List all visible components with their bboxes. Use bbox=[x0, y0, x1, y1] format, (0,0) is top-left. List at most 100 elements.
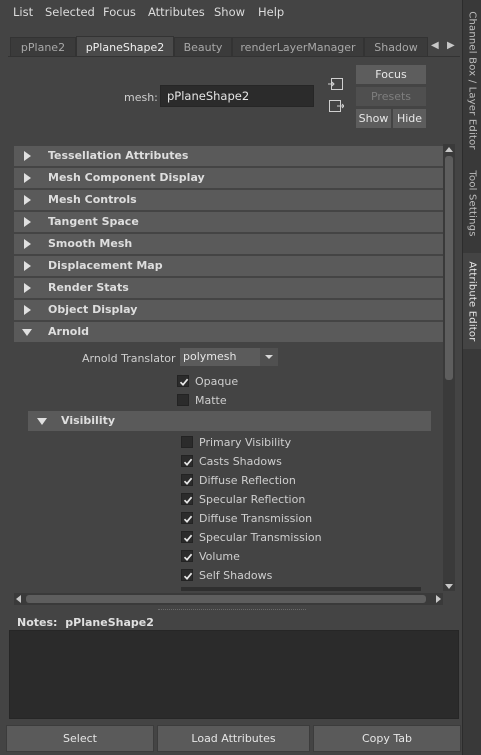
section-mesh-controls[interactable]: Mesh Controls bbox=[14, 190, 443, 210]
checkmark-icon bbox=[183, 458, 193, 466]
collapsed-arrow-icon bbox=[24, 195, 31, 205]
checkmark-icon bbox=[183, 477, 193, 485]
specular-reflection-checkbox[interactable] bbox=[181, 493, 193, 505]
menu-bar: List Selected Focus Attributes Show Help bbox=[0, 0, 462, 22]
side-tab-strip: Channel Box / Layer Editor Tool Settings… bbox=[462, 0, 481, 755]
opaque-label: Opaque bbox=[195, 375, 239, 388]
arnold-translator-label: Arnold Translator bbox=[82, 352, 176, 365]
panel-splitter-grip[interactable] bbox=[158, 609, 306, 612]
diffuse-transmission-label: Diffuse Transmission bbox=[199, 512, 313, 525]
collapsed-arrow-icon bbox=[24, 283, 31, 293]
checkmark-icon bbox=[183, 553, 193, 561]
tab-channel-box[interactable]: Channel Box / Layer Editor bbox=[463, 0, 481, 160]
copy-tab-button[interactable]: Copy Tab bbox=[313, 725, 461, 752]
horizontal-scrollbar-graphic bbox=[16, 595, 441, 603]
self-shadows-checkbox[interactable] bbox=[181, 569, 193, 581]
matte-checkbox[interactable] bbox=[177, 394, 189, 406]
collapsed-arrow-icon bbox=[24, 173, 31, 183]
section-render-stats[interactable]: Render Stats bbox=[14, 278, 443, 298]
show-button[interactable]: Show bbox=[356, 109, 391, 128]
specular-transmission-checkbox[interactable] bbox=[181, 531, 193, 543]
tab-attribute-editor[interactable]: Attribute Editor bbox=[463, 253, 481, 349]
notes-label-text: Notes: bbox=[17, 616, 58, 629]
tab-scroll-right-icon[interactable]: ▶ bbox=[447, 40, 455, 51]
section-object-display[interactable]: Object Display bbox=[14, 300, 443, 320]
hide-button[interactable]: Hide bbox=[393, 109, 426, 128]
menu-selected[interactable]: Selected bbox=[45, 5, 95, 19]
checkmark-icon bbox=[183, 534, 193, 542]
tab-pplaneshape2[interactable]: pPlaneShape2 bbox=[76, 36, 174, 57]
tab-tool-settings[interactable]: Tool Settings bbox=[463, 163, 481, 243]
specular-reflection-label: Specular Reflection bbox=[199, 493, 306, 506]
self-shadows-label: Self Shadows bbox=[199, 569, 273, 582]
primary-visibility-checkbox[interactable] bbox=[181, 436, 193, 448]
collapsed-arrow-icon bbox=[24, 261, 31, 271]
section-arnold[interactable]: Arnold bbox=[14, 322, 443, 342]
diffuse-reflection-checkbox[interactable] bbox=[181, 474, 193, 486]
section-title: Object Display bbox=[48, 303, 138, 316]
attribute-panel: Tessellation Attributes Mesh Component D… bbox=[14, 144, 443, 591]
casts-shadows-label: Casts Shadows bbox=[199, 455, 282, 468]
volume-checkbox[interactable] bbox=[181, 550, 193, 562]
input-connection-icon[interactable] bbox=[328, 77, 344, 91]
tab-shadow[interactable]: Shadow bbox=[364, 37, 428, 56]
arnold-translator-value: polymesh bbox=[183, 350, 237, 363]
notes-textarea[interactable] bbox=[9, 630, 459, 719]
menu-show[interactable]: Show bbox=[214, 5, 245, 19]
menu-attributes[interactable]: Attributes bbox=[148, 5, 205, 19]
section-title: Visibility bbox=[61, 414, 116, 427]
section-title: Smooth Mesh bbox=[48, 237, 133, 250]
presets-button[interactable]: Presets bbox=[356, 87, 426, 106]
casts-shadows-checkbox[interactable] bbox=[181, 455, 193, 467]
section-smooth-mesh[interactable]: Smooth Mesh bbox=[14, 234, 443, 254]
tab-pplane2[interactable]: pPlane2 bbox=[10, 37, 76, 56]
select-button[interactable]: Select bbox=[6, 725, 154, 752]
notes-label: Notes: pPlaneShape2 bbox=[17, 616, 154, 629]
diffuse-transmission-checkbox[interactable] bbox=[181, 512, 193, 524]
section-mesh-component-display[interactable]: Mesh Component Display bbox=[14, 168, 443, 188]
opaque-checkbox[interactable] bbox=[177, 375, 189, 387]
volume-label: Volume bbox=[199, 550, 240, 563]
section-title: Mesh Component Display bbox=[48, 171, 205, 184]
checkmark-icon bbox=[183, 515, 193, 523]
tab-divider bbox=[8, 56, 460, 57]
tab-attribute-editor-label: Attribute Editor bbox=[467, 260, 479, 342]
matte-label: Matte bbox=[195, 394, 227, 407]
section-displacement-map[interactable]: Displacement Map bbox=[14, 256, 443, 276]
vertical-scrollbar[interactable] bbox=[443, 144, 455, 591]
collapsed-arrow-icon bbox=[24, 305, 31, 315]
tab-channel-box-label: Channel Box / Layer Editor bbox=[467, 10, 478, 150]
section-title: Displacement Map bbox=[48, 259, 163, 272]
menu-list[interactable]: List bbox=[13, 5, 33, 19]
horizontal-scrollbar[interactable] bbox=[14, 593, 443, 605]
focus-button[interactable]: Focus bbox=[356, 65, 426, 84]
output-connection-icon[interactable] bbox=[328, 99, 345, 113]
load-attributes-button[interactable]: Load Attributes bbox=[157, 725, 310, 752]
clipped-next-row bbox=[181, 587, 421, 591]
tab-scroll-left-icon[interactable]: ◀ bbox=[431, 40, 439, 51]
section-tangent-space[interactable]: Tangent Space bbox=[14, 212, 443, 232]
section-tessellation-attributes[interactable]: Tessellation Attributes bbox=[14, 146, 443, 166]
section-title: Render Stats bbox=[48, 281, 129, 294]
section-title: Tessellation Attributes bbox=[48, 149, 189, 162]
checkmark-icon bbox=[179, 378, 189, 386]
tab-beauty[interactable]: Beauty bbox=[174, 37, 232, 56]
tab-renderlayermanager[interactable]: renderLayerManager bbox=[232, 37, 364, 56]
section-title: Mesh Controls bbox=[48, 193, 137, 206]
menu-focus[interactable]: Focus bbox=[103, 5, 136, 19]
vertical-scrollbar-graphic bbox=[445, 147, 453, 589]
expanded-arrow-icon bbox=[22, 329, 32, 336]
menu-help[interactable]: Help bbox=[258, 5, 284, 19]
collapsed-arrow-icon bbox=[24, 217, 31, 227]
primary-visibility-label: Primary Visibility bbox=[199, 436, 292, 449]
expanded-arrow-icon bbox=[37, 418, 47, 425]
checkmark-icon bbox=[183, 496, 193, 504]
node-tab-bar: pPlane2 pPlaneShape2 Beauty renderLayerM… bbox=[8, 36, 460, 57]
arnold-translator-dropdown[interactable]: polymesh bbox=[180, 348, 278, 366]
mesh-label: mesh: bbox=[124, 91, 158, 104]
specular-transmission-label: Specular Transmission bbox=[199, 531, 322, 544]
collapsed-arrow-icon bbox=[24, 239, 31, 249]
checkmark-icon bbox=[183, 572, 193, 580]
section-visibility[interactable]: Visibility bbox=[28, 411, 431, 431]
mesh-name-field[interactable]: pPlaneShape2 bbox=[160, 85, 314, 107]
